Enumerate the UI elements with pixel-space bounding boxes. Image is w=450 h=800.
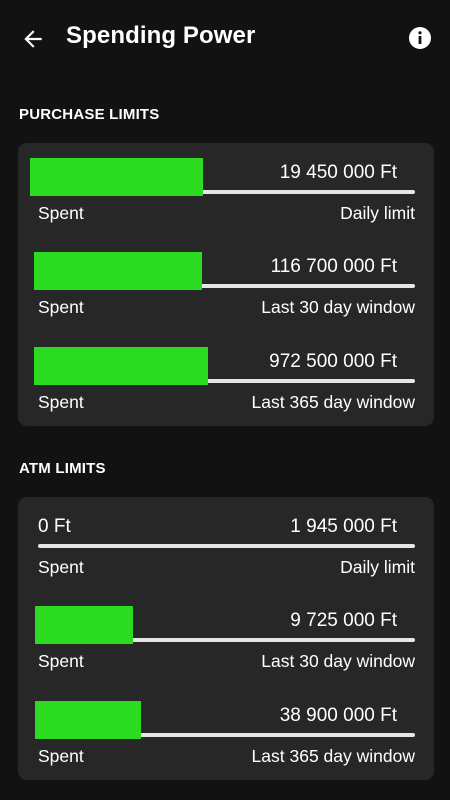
- limit-amount: 38 900 000 Ft: [279, 705, 397, 726]
- spent-label: Spent: [38, 392, 84, 412]
- progress-track: [38, 544, 415, 548]
- progress-fill: [34, 347, 208, 385]
- period-label: Last 365 day window: [251, 746, 415, 766]
- progress-fill: [34, 252, 202, 290]
- progress-fill: [30, 158, 203, 196]
- app-bar: Spending Power: [0, 0, 450, 76]
- atm-30-day-limit-row: 9 725 000 Ft Spent Last 30 day window: [18, 591, 434, 685]
- purchase-limits-card: 19 450 000 Ft Spent Daily limit 116 700 …: [18, 143, 434, 426]
- purchase-30-day-limit-row: 116 700 000 Ft Spent Last 30 day window: [18, 237, 434, 331]
- limit-amount: 972 500 000 Ft: [269, 351, 397, 372]
- purchase-limits-heading: PURCHASE LIMITS: [19, 106, 160, 123]
- spent-amount: 0 Ft: [38, 516, 71, 537]
- spent-label: Spent: [38, 203, 84, 223]
- spent-label: Spent: [38, 746, 84, 766]
- period-label: Last 30 day window: [261, 297, 415, 317]
- progress-fill: [35, 701, 141, 739]
- purchase-daily-limit-row: 19 450 000 Ft Spent Daily limit: [18, 143, 434, 237]
- period-label: Last 365 day window: [251, 392, 415, 412]
- limit-amount: 9 725 000 Ft: [290, 610, 397, 631]
- period-label: Last 30 day window: [261, 651, 415, 671]
- limit-amount: 116 700 000 Ft: [270, 256, 397, 277]
- atm-limits-heading: ATM LIMITS: [19, 460, 106, 477]
- page-title: Spending Power: [66, 22, 256, 49]
- arrow-left-icon[interactable]: [20, 26, 46, 52]
- limit-amount: 1 945 000 Ft: [290, 516, 397, 537]
- progress-fill: [35, 606, 133, 644]
- atm-365-day-limit-row: 38 900 000 Ft Spent Last 365 day window: [18, 686, 434, 780]
- atm-limits-card: 0 Ft 1 945 000 Ft Spent Daily limit 9 72…: [18, 497, 434, 780]
- spent-label: Spent: [38, 297, 84, 317]
- spent-label: Spent: [38, 557, 84, 577]
- period-label: Daily limit: [340, 557, 415, 577]
- purchase-365-day-limit-row: 972 500 000 Ft Spent Last 365 day window: [18, 332, 434, 426]
- spent-label: Spent: [38, 651, 84, 671]
- period-label: Daily limit: [340, 203, 415, 223]
- limit-amount: 19 450 000 Ft: [279, 162, 397, 183]
- atm-daily-limit-row: 0 Ft 1 945 000 Ft Spent Daily limit: [18, 497, 434, 591]
- info-icon[interactable]: [408, 26, 432, 50]
